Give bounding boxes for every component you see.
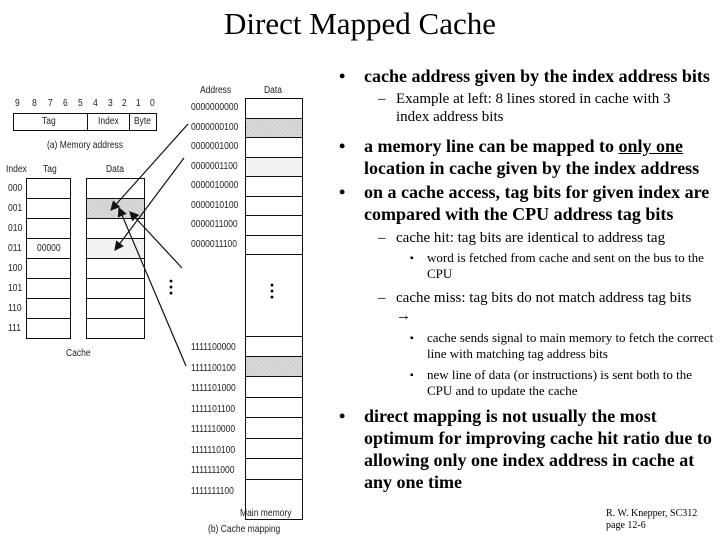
arrow-1111100100-to-001 bbox=[117, 206, 187, 367]
square-marker: ▪ bbox=[410, 333, 414, 344]
sub-sub-bullet-word-fetched: word is fetched from cache and sent on t… bbox=[427, 250, 704, 281]
bullet-direct-mapping: direct mapping is not usually the most o… bbox=[364, 406, 712, 492]
square-marker: ▪ bbox=[410, 253, 414, 264]
arrow-0000000100-to-001 bbox=[110, 123, 189, 211]
dash-marker: – bbox=[378, 230, 386, 246]
bullet-memory-line: a memory line can be mapped to only one … bbox=[364, 136, 700, 178]
dash-marker: – bbox=[378, 290, 386, 306]
sub-bullet-example: Example at left: 8 lines stored in cache… bbox=[396, 91, 671, 125]
bullet-marker: • bbox=[339, 136, 346, 156]
sub-sub-bullet-update-cache: new line of data (or instructions) is se… bbox=[427, 367, 693, 398]
dash-marker: – bbox=[378, 91, 386, 107]
sub-sub-bullet-fetch-line: cache sends signal to main memory to fet… bbox=[427, 330, 714, 361]
arrow-0000001100-to-011 bbox=[114, 157, 185, 251]
bullet-cache-address: cache address given by the index address… bbox=[364, 66, 710, 86]
arrow-0000100100-to-001 bbox=[129, 211, 183, 269]
bullet-marker: • bbox=[339, 182, 346, 202]
square-marker: ▪ bbox=[410, 370, 414, 381]
bullet-cache-access: on a cache access, tag bits for given in… bbox=[364, 182, 710, 224]
sub-bullet-cache-miss: cache miss: tag bits do not match addres… bbox=[396, 290, 692, 324]
bullet-marker: • bbox=[339, 66, 346, 86]
bullet-marker: • bbox=[339, 406, 346, 426]
sub-bullet-cache-hit: cache hit: tag bits are identical to add… bbox=[396, 230, 666, 246]
footer-credit: R. W. Knepper, SC312 page 12-6 bbox=[606, 508, 698, 531]
